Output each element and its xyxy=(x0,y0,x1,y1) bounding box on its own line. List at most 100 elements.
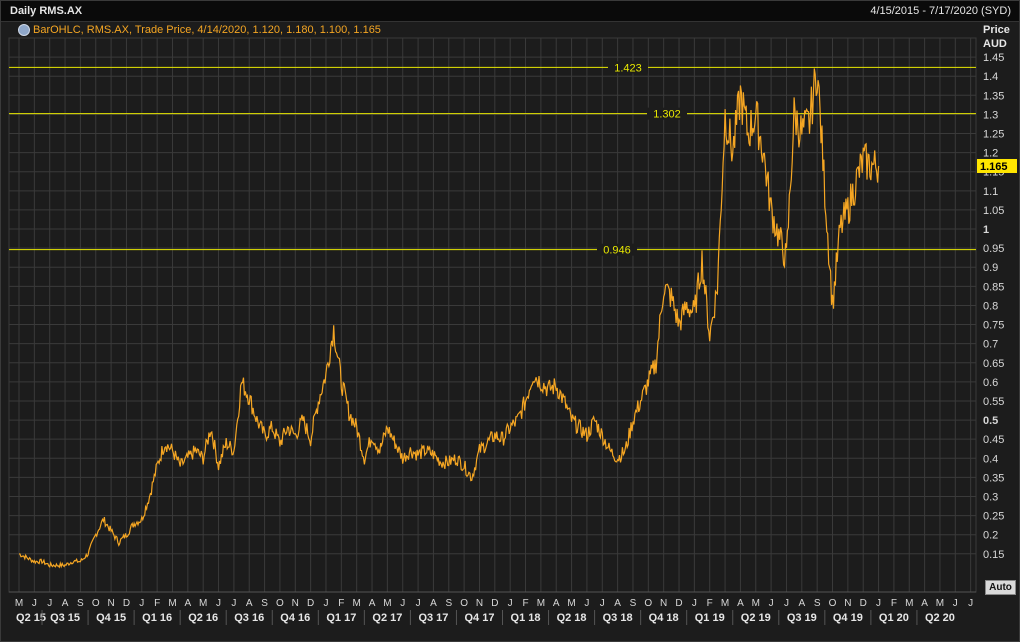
x-month-label: M xyxy=(936,598,944,609)
x-month-label: M xyxy=(15,598,23,609)
reference-label: 1.423 xyxy=(614,62,642,74)
x-month-label: J xyxy=(600,598,605,609)
x-month-label: F xyxy=(154,598,160,609)
x-month-label: M xyxy=(752,598,760,609)
x-quarter-label: Q4 15 xyxy=(96,612,126,624)
x-quarter-label: Q2 15 xyxy=(16,612,46,624)
x-quarter-label: Q2 20 xyxy=(925,612,955,624)
x-month-label: O xyxy=(276,598,284,609)
x-month-label: S xyxy=(445,598,452,609)
y-tick-label: 0.75 xyxy=(983,320,1004,332)
y-tick-label: 0.3 xyxy=(983,491,998,503)
x-month-label: J xyxy=(216,598,221,609)
y-tick-label: 0.85 xyxy=(983,281,1004,293)
x-month-label: M xyxy=(905,598,913,609)
x-month-label: A xyxy=(921,598,928,609)
x-month-label: A xyxy=(369,598,376,609)
x-quarter-label: Q3 18 xyxy=(603,612,633,624)
y-tick-label: 0.7 xyxy=(983,339,998,351)
x-quarter-label: Q1 20 xyxy=(879,612,909,624)
y-axis-unit: AUD xyxy=(983,38,1007,50)
x-month-label: D xyxy=(307,598,314,609)
price-chart: 0.15 0.2 0.25 0.3 0.35 0.4 0.45 0.5 0.55 0.6 0.65 0… xyxy=(8,24,1017,625)
x-month-label: M xyxy=(721,598,729,609)
x-month-label: A xyxy=(185,598,192,609)
y-tick-label: 1.05 xyxy=(983,205,1004,217)
x-month-label: S xyxy=(630,598,637,609)
x-month-label: N xyxy=(292,598,299,609)
y-tick-label: 0.95 xyxy=(983,243,1004,255)
x-month-label: A xyxy=(737,598,744,609)
x-month-label: S xyxy=(77,598,84,609)
y-tick-label: 0.2 xyxy=(983,530,998,542)
auto-scale-button[interactable]: Auto xyxy=(985,580,1016,595)
x-month-label: J xyxy=(231,598,236,609)
x-month-label: F xyxy=(707,598,713,609)
x-month-label: F xyxy=(338,598,344,609)
x-month-label: J xyxy=(139,598,144,609)
x-month-label: D xyxy=(123,598,130,609)
x-month-label: M xyxy=(567,598,575,609)
y-tick-label: 1.2 xyxy=(983,148,998,160)
y-tick-label: 1.45 xyxy=(983,52,1004,64)
y-tick-label: 0.55 xyxy=(983,396,1004,408)
x-month-label: O xyxy=(92,598,100,609)
y-tick-label: 0.15 xyxy=(983,549,1004,561)
x-month-label: A xyxy=(614,598,621,609)
plot-area xyxy=(8,37,977,593)
x-quarter-label: Q4 19 xyxy=(833,612,863,624)
x-month-label: M xyxy=(168,598,176,609)
y-tick-label: 0.6 xyxy=(983,377,998,389)
x-quarter-label: Q1 18 xyxy=(511,612,541,624)
x-month-label: A xyxy=(62,598,69,609)
x-month-label: N xyxy=(107,598,114,609)
x-month-label: M xyxy=(199,598,207,609)
x-month-label: J xyxy=(953,598,958,609)
x-quarter-label: Q2 17 xyxy=(372,612,402,624)
x-month-label: J xyxy=(692,598,697,609)
x-quarter-label: Q1 19 xyxy=(695,612,725,624)
y-tick-label: 0.45 xyxy=(983,434,1004,446)
x-quarter-label: Q4 17 xyxy=(464,612,494,624)
x-quarter-label: Q4 18 xyxy=(649,612,679,624)
y-tick-label: 1.4 xyxy=(983,71,998,83)
x-month-label: M xyxy=(383,598,391,609)
x-month-label: J xyxy=(769,598,774,609)
x-quarter-label: Q2 16 xyxy=(188,612,218,624)
y-tick-label: 0.8 xyxy=(983,300,998,312)
x-month-label: D xyxy=(675,598,682,609)
x-month-label: J xyxy=(32,598,37,609)
x-month-label: O xyxy=(460,598,468,609)
y-tick-label: 1.1 xyxy=(983,186,998,198)
x-month-label: M xyxy=(537,598,545,609)
x-quarter-label: Q1 16 xyxy=(142,612,172,624)
x-quarter-label: Q3 16 xyxy=(234,612,264,624)
y-tick-label: 0.65 xyxy=(983,358,1004,370)
x-quarter-label: Q1 17 xyxy=(326,612,356,624)
x-month-label: N xyxy=(844,598,851,609)
x-quarter-label: Q3 19 xyxy=(787,612,817,624)
x-month-label: F xyxy=(891,598,897,609)
y-tick-label: 0.35 xyxy=(983,472,1004,484)
x-month-label: F xyxy=(522,598,528,609)
x-month-label: J xyxy=(416,598,421,609)
y-tick-label: 1.3 xyxy=(983,109,998,121)
reference-label: 1.302 xyxy=(653,109,681,121)
x-month-label: S xyxy=(814,598,821,609)
x-month-label: O xyxy=(644,598,652,609)
x-month-label: A xyxy=(798,598,805,609)
x-quarter-label: Q2 19 xyxy=(741,612,771,624)
y-tick-label: 1.35 xyxy=(983,90,1004,102)
x-month-label: S xyxy=(261,598,268,609)
x-month-label: N xyxy=(476,598,483,609)
x-month-label: O xyxy=(829,598,837,609)
x-month-label: N xyxy=(660,598,667,609)
x-month-label: D xyxy=(491,598,498,609)
x-month-label: J xyxy=(876,598,881,609)
x-month-label: J xyxy=(784,598,789,609)
y-tick-label: 0.5 xyxy=(983,415,998,427)
y-tick-label: 0.9 xyxy=(983,262,998,274)
x-quarter-label: Q3 17 xyxy=(418,612,448,624)
x-month-label: D xyxy=(860,598,867,609)
y-tick-label: 1 xyxy=(983,224,989,236)
